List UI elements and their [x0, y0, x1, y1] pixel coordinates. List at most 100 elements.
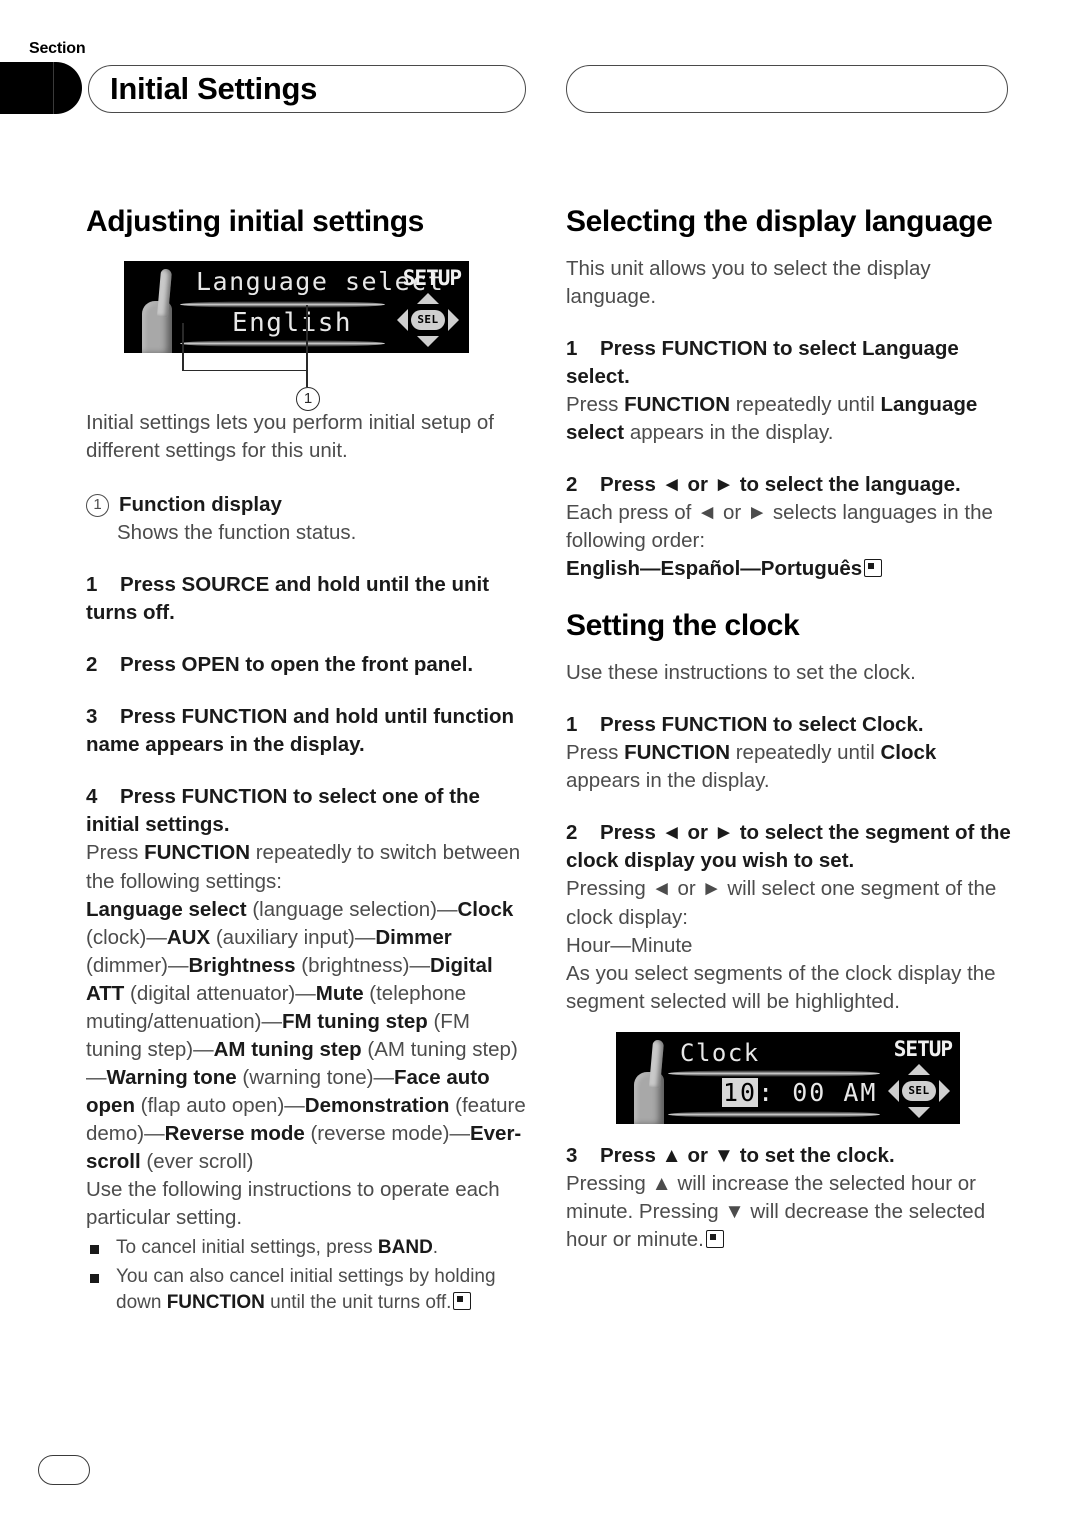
setting-name: Clock	[457, 897, 514, 921]
left-step-1: 1 Press SOURCE and hold until the unit tu…	[86, 571, 526, 627]
pointing-hand-icon-clock	[632, 1039, 672, 1124]
sel-joystick-icon: SEL	[397, 292, 459, 347]
cs1-post: appears in the display.	[566, 769, 770, 793]
settings-separator: —	[86, 1066, 107, 1090]
clock-step-2: 2 Press ◄ or ► to select the segment of t…	[566, 819, 1014, 875]
header-pill-right-empty	[566, 65, 1008, 113]
clock-step-2-body3: As you select segments of the clock disp…	[566, 961, 996, 1013]
left-step-4: 4 Press FUNCTION to select one of the ini…	[86, 783, 526, 839]
clock-step-2-body2: Hour—Minute	[566, 933, 693, 957]
lcd-setup-badge: SETUP	[402, 265, 462, 290]
section-marker-tab	[0, 62, 82, 114]
lang-step-2-text: Press ◄ or ► to select the language.	[600, 473, 961, 497]
after-settings-text: Use the following instructions to operat…	[86, 1178, 500, 1230]
lang-order-line: English—Español—Português	[566, 555, 1014, 583]
setting-name: FM tuning step	[282, 1009, 428, 1033]
setting-description: (dimmer)	[86, 953, 168, 977]
lcd-screen-clock: Clock 10: 00 AM SETUP SEL	[616, 1031, 960, 1124]
setting-description: (auxiliary input)	[210, 925, 355, 949]
settings-separator: —	[409, 953, 431, 977]
settings-separator: —	[168, 953, 189, 977]
note1-pre: To cancel initial settings, press	[116, 1236, 378, 1258]
left-step-4-number: 4	[86, 785, 98, 809]
settings-separator: —	[284, 1094, 305, 1118]
sel-hub-label: SEL	[411, 309, 445, 330]
setting-description: (clock)	[86, 925, 147, 949]
figure-callout-leaders: 1	[124, 304, 526, 411]
right-section2-intro: Use these instructions to set the clock.	[566, 660, 916, 684]
left-step-3: 3 Press FUNCTION and hold until function …	[86, 703, 526, 759]
clock-step-3-body: Pressing ▲ will increase the selected ho…	[566, 1170, 1014, 1254]
lcd-clock-divider-bottom	[668, 1110, 880, 1118]
left-notes-list: To cancel initial settings, press BAND. …	[86, 1235, 526, 1318]
settings-separator: —	[261, 1009, 283, 1033]
figure-callout-number: 1	[296, 386, 320, 411]
left-step-3-text: Press FUNCTION and hold until function n…	[86, 705, 515, 757]
setting-description: (reverse mode)	[304, 1122, 450, 1146]
cs1-mid: repeatedly until	[730, 741, 881, 765]
left-step-2-text: Press OPEN to open the front panel.	[120, 653, 474, 677]
lcd-screen-language: Language select English SETUP SEL	[124, 260, 469, 353]
lcd-divider-top	[180, 300, 385, 308]
note-bullet-1: To cancel initial settings, press BAND.	[86, 1235, 526, 1262]
cs3-body-text: Pressing ▲ will increase the selected ho…	[566, 1171, 986, 1252]
lcd-clock-setup-badge: SETUP	[893, 1036, 953, 1061]
clock-step-1-body: Press FUNCTION repeatedly until Clock ap…	[566, 739, 1014, 795]
page-title: Initial Settings	[110, 71, 318, 106]
left-step-2: 2 Press OPEN to open the front panel.	[86, 651, 526, 679]
page-number-pill	[38, 1455, 90, 1485]
left-intro-paragraph: Initial settings lets you perform initia…	[86, 410, 494, 462]
clock-step-3-number: 3	[566, 1143, 578, 1167]
lcd-clock-divider-top	[668, 1069, 880, 1077]
note1-post: .	[432, 1236, 439, 1258]
setting-description: (digital attenuator)	[124, 981, 296, 1005]
setting-name: Demonstration	[304, 1094, 450, 1118]
settings-separator: —	[354, 925, 376, 949]
clock-step-3: 3 Press ▲ or ▼ to set the clock.	[566, 1142, 1014, 1170]
callout-description: Shows the function status.	[117, 520, 357, 544]
note2-post: until the unit turns off.	[264, 1292, 452, 1314]
right-section1-heading: Selecting the display language	[566, 205, 993, 238]
left-step-1-text: Press SOURCE and hold until the unit tur…	[86, 572, 490, 624]
language-select-figure: Language select English SETUP SEL 1	[86, 260, 526, 411]
callout-label: Function display	[119, 492, 282, 516]
lcd-divider-bottom	[180, 339, 385, 347]
setting-description: (warning tone)	[236, 1066, 374, 1090]
left-section-heading: Adjusting initial settings	[86, 205, 424, 238]
right-section1-intro: This unit allows you to select the displ…	[566, 256, 931, 308]
lcd-clock-time: 10: 00 AM	[722, 1077, 878, 1107]
cs1-key: FUNCTION	[624, 741, 731, 765]
left-step-2-number: 2	[86, 653, 98, 677]
clock-step-2-body1: Pressing ◄ or ► will select one segment …	[566, 877, 997, 929]
lcd-clock-hour-highlighted: 10	[722, 1077, 759, 1107]
note1-key: BAND	[377, 1236, 433, 1258]
end-of-section-marker-lang	[864, 559, 883, 578]
lang-step-2-body: Each press of ◄ or ► selects languages i…	[566, 501, 993, 553]
end-of-section-marker	[453, 1292, 472, 1311]
step4-key: FUNCTION	[144, 841, 251, 865]
lang-step-1-number: 1	[566, 336, 578, 360]
step4-prefix: Press	[86, 841, 145, 865]
lcd-clock-time-rest: : 00 AM	[758, 1077, 878, 1107]
left-column: Adjusting initial settings Language sele…	[86, 205, 526, 1317]
settings-separator: —	[295, 981, 316, 1005]
ls1-post: appears in the display.	[624, 420, 834, 444]
settings-separator: —	[449, 1122, 470, 1146]
lang-step-1: 1 Press FUNCTION to select Language selec…	[566, 335, 1014, 391]
setting-description: (brightness)	[295, 953, 410, 977]
sel-joystick-icon-clock: SEL	[888, 1063, 950, 1118]
lcd-clock-line1: Clock	[680, 1038, 760, 1067]
clock-step-1-number: 1	[566, 713, 578, 737]
settings-separator: —	[144, 1122, 165, 1146]
clock-step-2-text: Press ◄ or ► to select the segment of th…	[566, 821, 1011, 873]
setting-description: (ever scroll)	[140, 1150, 254, 1174]
lang-step-1-text-a: Press FUNCTION to select	[600, 336, 863, 360]
right-column: Selecting the display language This unit…	[566, 205, 1014, 1254]
note2-key: FUNCTION	[166, 1292, 265, 1314]
note-bullet-2: You can also cancel initial settings by …	[86, 1264, 526, 1318]
setting-name: AUX	[166, 925, 211, 949]
clock-step-1: 1 Press FUNCTION to select Clock.	[566, 711, 1014, 739]
clock-step-2-number: 2	[566, 821, 578, 845]
callout-number-1: 1	[86, 493, 109, 517]
lang-step-2-number: 2	[566, 473, 578, 497]
